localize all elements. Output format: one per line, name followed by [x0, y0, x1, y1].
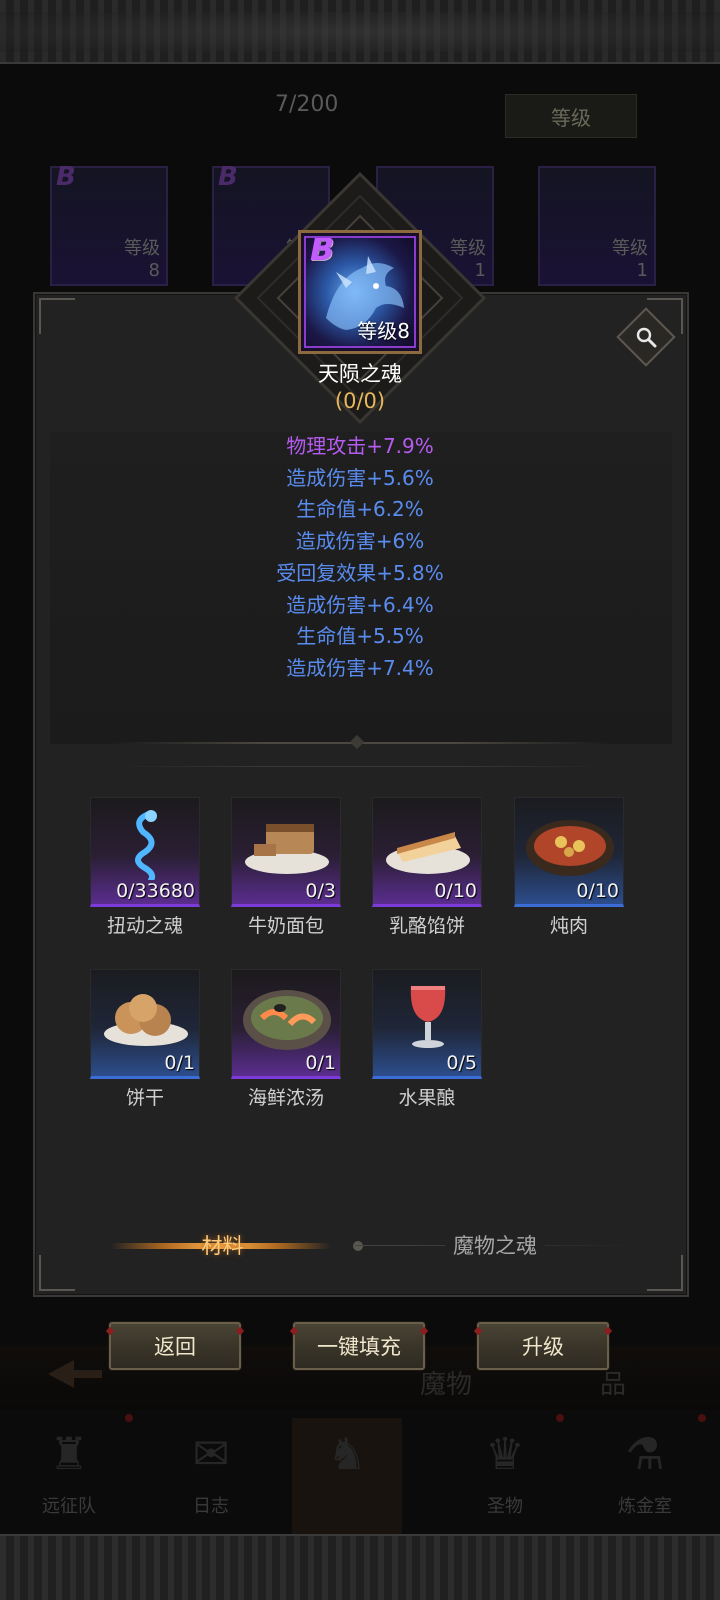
top-ornament-bar — [0, 0, 720, 64]
stat-line: 受回复效果+5.8% — [276, 560, 444, 585]
alchemy-icon: ⚗ — [625, 1429, 665, 1480]
magnifier-icon — [636, 327, 657, 348]
biscuit-icon — [104, 994, 188, 1046]
stat-line: 造成伤害+5.6% — [286, 465, 434, 490]
notification-dot — [125, 1414, 133, 1422]
bg-soul-card: B 等级8 — [50, 162, 168, 286]
nav-monster: ♞ — [292, 1418, 402, 1534]
bg-soul-card: 等级 1 — [538, 166, 656, 286]
material-count: 0/10 — [576, 880, 619, 902]
stew-icon — [526, 820, 614, 876]
stat-line: 生命值+5.5% — [296, 624, 424, 649]
stat-line: 造成伤害+6% — [295, 529, 425, 554]
viking-helmet-icon: ♜ — [49, 1429, 89, 1480]
corner-ornament — [647, 1255, 683, 1291]
rarity-badge: B — [56, 162, 76, 192]
nav-label: 炼金室 — [618, 1496, 672, 1517]
bg-card-level-value: 8 — [148, 260, 160, 281]
material-slot[interactable]: 0/10 — [514, 797, 624, 907]
nav-expedition: ♜ 远征队 — [14, 1418, 124, 1534]
soul-name: 天陨之魂 — [318, 362, 402, 386]
section-divider — [110, 766, 610, 767]
left-arrow-icon — [48, 1360, 102, 1388]
bottom-ornament-bar — [0, 1534, 720, 1600]
material-name: 饼干 — [125, 1087, 164, 1109]
material-slot[interactable]: 0/5 — [372, 969, 482, 1079]
bg-tab-monster: 魔物 — [420, 1370, 473, 1400]
soul-portrait: B 等级8 — [298, 230, 422, 354]
tab-monster-souls[interactable]: 魔物之魂 — [355, 1230, 635, 1262]
autofill-button[interactable]: 一键填充 — [293, 1322, 425, 1370]
nav-relic: ♛ 圣物 — [450, 1418, 560, 1534]
soul-progress: (0/0) — [334, 389, 386, 413]
nav-alchemy: ⚗ 炼金室 — [590, 1418, 700, 1534]
material-slot[interactable]: 0/1 — [90, 969, 200, 1079]
nav-log: ✉ 日志 — [156, 1418, 266, 1534]
material-count: 0/1 — [164, 1052, 195, 1074]
material-slot[interactable]: 0/1 — [231, 969, 341, 1079]
material-count: 0/10 — [434, 880, 477, 902]
panel-tabs: 材料 魔物之魂 — [95, 1230, 635, 1262]
corner-ornament — [39, 1255, 75, 1291]
relic-icon: ♛ — [485, 1429, 525, 1480]
tab-materials[interactable]: 材料 — [95, 1230, 350, 1262]
material-name: 海鲜浓汤 — [247, 1087, 324, 1109]
material-slot[interactable]: 0/3 — [231, 797, 341, 907]
fruit-wine-icon — [410, 986, 446, 1048]
stat-line: 物理攻击+7.9% — [286, 434, 434, 458]
scroll-icon: ✉ — [192, 1429, 230, 1480]
beast-icon: ♞ — [327, 1429, 367, 1480]
stat-line: 造成伤害+7.4% — [286, 655, 434, 680]
material-name: 牛奶面包 — [247, 915, 324, 937]
material-count: 0/1 — [305, 1052, 336, 1074]
upgrade-button[interactable]: 升级 — [477, 1322, 609, 1370]
notification-dot — [556, 1414, 564, 1422]
material-name: 炖肉 — [549, 915, 588, 937]
cheese-pie-icon — [386, 832, 470, 874]
material-name: 扭动之魂 — [106, 915, 183, 937]
notification-dot — [698, 1414, 706, 1422]
nav-label: 圣物 — [487, 1496, 523, 1517]
bg-bottom-nav: ♜ 远征队 ✉ 日志 ♞ ♛ 圣物 ⚗ 炼金室 — [0, 1414, 720, 1534]
seafood-soup-icon — [243, 990, 331, 1050]
bg-card-level-value: 1 — [636, 260, 648, 281]
bg-card-level-label: 等级 — [612, 238, 648, 259]
material-name: 水果酿 — [398, 1087, 456, 1109]
nav-label: 日志 — [193, 1496, 229, 1517]
material-count: 0/5 — [446, 1052, 477, 1074]
material-count: 0/33680 — [116, 880, 195, 902]
bg-sort-button: 等级 — [505, 94, 637, 138]
corner-ornament — [39, 298, 75, 334]
bg-soul-count: 7/200 — [275, 92, 339, 117]
stat-line: 生命值+6.2% — [296, 497, 424, 522]
bg-card-level-label: 等级 — [124, 238, 160, 259]
dragon-soul-art: B 等级8 — [304, 236, 416, 348]
tab-materials-label: 材料 — [201, 1234, 244, 1258]
back-button[interactable]: 返回 — [109, 1322, 241, 1370]
material-slot[interactable]: 0/10 — [372, 797, 482, 907]
material-slot[interactable]: 0/33680 — [90, 797, 200, 907]
nav-label: 远征队 — [42, 1496, 96, 1517]
blue-spirit-icon — [135, 810, 157, 880]
stat-line: 造成伤害+6.4% — [286, 592, 434, 617]
material-count: 0/3 — [305, 880, 336, 902]
bread-icon — [245, 824, 329, 874]
material-name: 乳酪馅饼 — [388, 915, 465, 937]
rarity-badge: B — [310, 236, 335, 268]
tab-monster-souls-label: 魔物之魂 — [445, 1234, 545, 1258]
soul-level: 等级8 — [357, 319, 410, 343]
